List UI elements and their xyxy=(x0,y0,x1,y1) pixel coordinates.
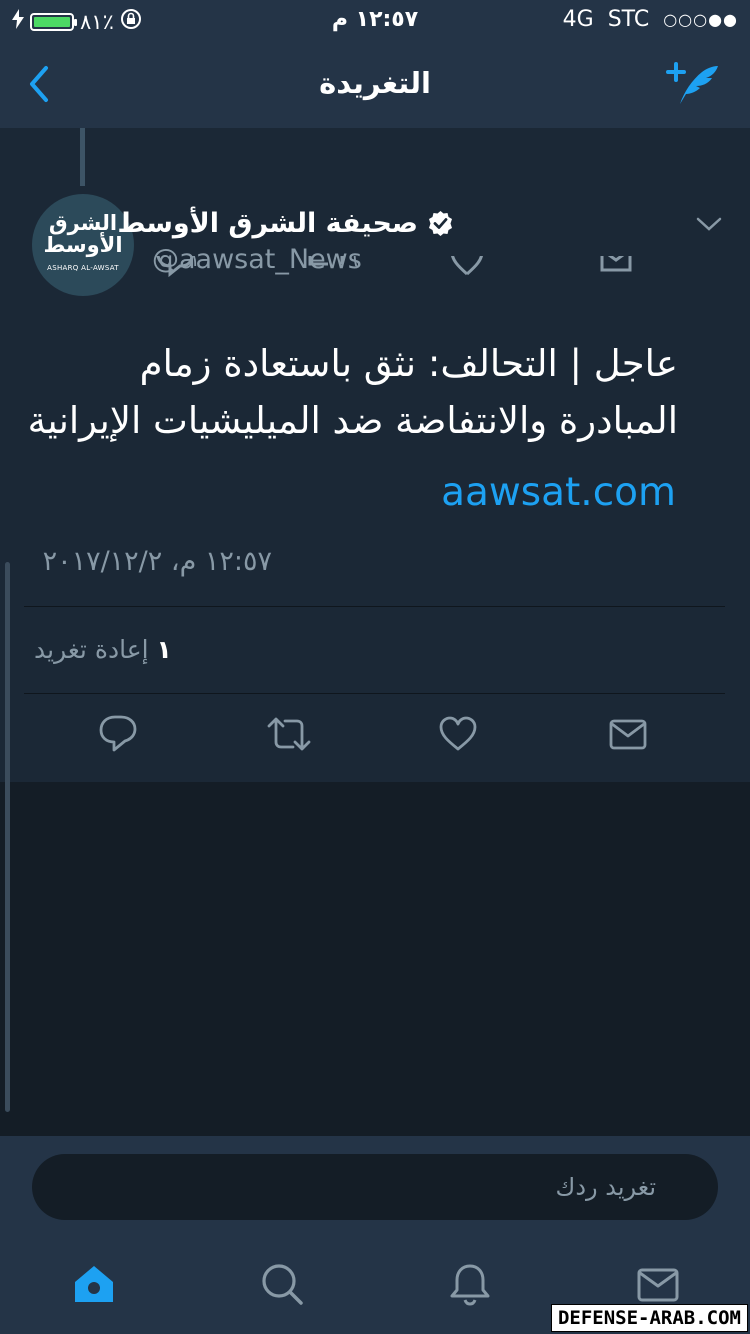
divider xyxy=(24,606,725,607)
previous-like-icon[interactable] xyxy=(450,256,484,284)
tab-notifications[interactable] xyxy=(448,1262,492,1306)
scrollbar[interactable] xyxy=(5,562,10,1112)
like-button[interactable] xyxy=(438,714,478,754)
retweet-count[interactable]: ١ إعادة تغريد xyxy=(34,635,172,664)
navigation-bar: التغريدة xyxy=(0,40,750,129)
tweet-text: عاجل | التحالف: نثق باستعادة زمام المباد… xyxy=(27,342,678,442)
retweet-count-label: إعادة تغريد xyxy=(34,635,149,664)
message-icon xyxy=(609,719,647,750)
signal-strength-icon: ○○○●● xyxy=(663,10,738,29)
direct-message-button[interactable] xyxy=(608,714,648,754)
tab-search[interactable] xyxy=(260,1262,304,1306)
empty-area xyxy=(0,782,750,1136)
previous-message-icon[interactable] xyxy=(600,256,632,284)
tab-home[interactable] xyxy=(72,1262,116,1306)
chevron-down-icon[interactable] xyxy=(696,216,722,232)
tab-messages[interactable] xyxy=(636,1262,680,1306)
messages-icon xyxy=(637,1268,679,1302)
like-icon xyxy=(439,716,477,751)
home-icon xyxy=(75,1266,113,1302)
thread-line xyxy=(80,128,85,186)
reply-button[interactable] xyxy=(98,714,138,754)
divider xyxy=(24,693,725,694)
network-type: 4G xyxy=(562,7,594,32)
user-handle[interactable]: @aawsat_News xyxy=(152,244,362,275)
status-right: 4G STC ○○○●● xyxy=(563,7,738,32)
watermark: DEFENSE-ARAB.COM xyxy=(550,1304,748,1332)
status-bar: ٨١٪ ١٢:٥٧ م 4G STC ○○○●● xyxy=(0,0,750,40)
reply-input[interactable] xyxy=(32,1154,718,1220)
tab-bar: DEFENSE-ARAB.COM xyxy=(0,1240,750,1334)
page-title: التغريدة xyxy=(319,66,431,100)
tweet-detail: ١ ٦ الشرق الأوسط ASHARQ AL-AWSAT صحيفة ال… xyxy=(0,128,750,783)
search-icon xyxy=(262,1264,303,1305)
carrier-name: STC xyxy=(607,7,650,32)
compose-quill-icon xyxy=(666,62,718,104)
notifications-icon xyxy=(450,1264,490,1306)
display-name[interactable]: صحيفة الشرق الأوسط xyxy=(117,208,418,239)
retweet-count-number: ١ xyxy=(156,635,172,664)
reply-bar xyxy=(0,1136,750,1240)
retweet-button[interactable] xyxy=(266,714,312,754)
reply-icon xyxy=(99,715,137,752)
compose-tweet-button[interactable] xyxy=(666,58,720,108)
tweet-timestamp: ١٢:٥٧ م، ٢٠١٧/١٢/٢ xyxy=(42,546,272,577)
verified-badge-icon xyxy=(429,211,452,236)
retweet-icon xyxy=(267,717,311,751)
tweet-link[interactable]: aawsat.com xyxy=(441,470,676,515)
avatar-logo-english: ASHARQ AL-AWSAT xyxy=(47,264,119,272)
